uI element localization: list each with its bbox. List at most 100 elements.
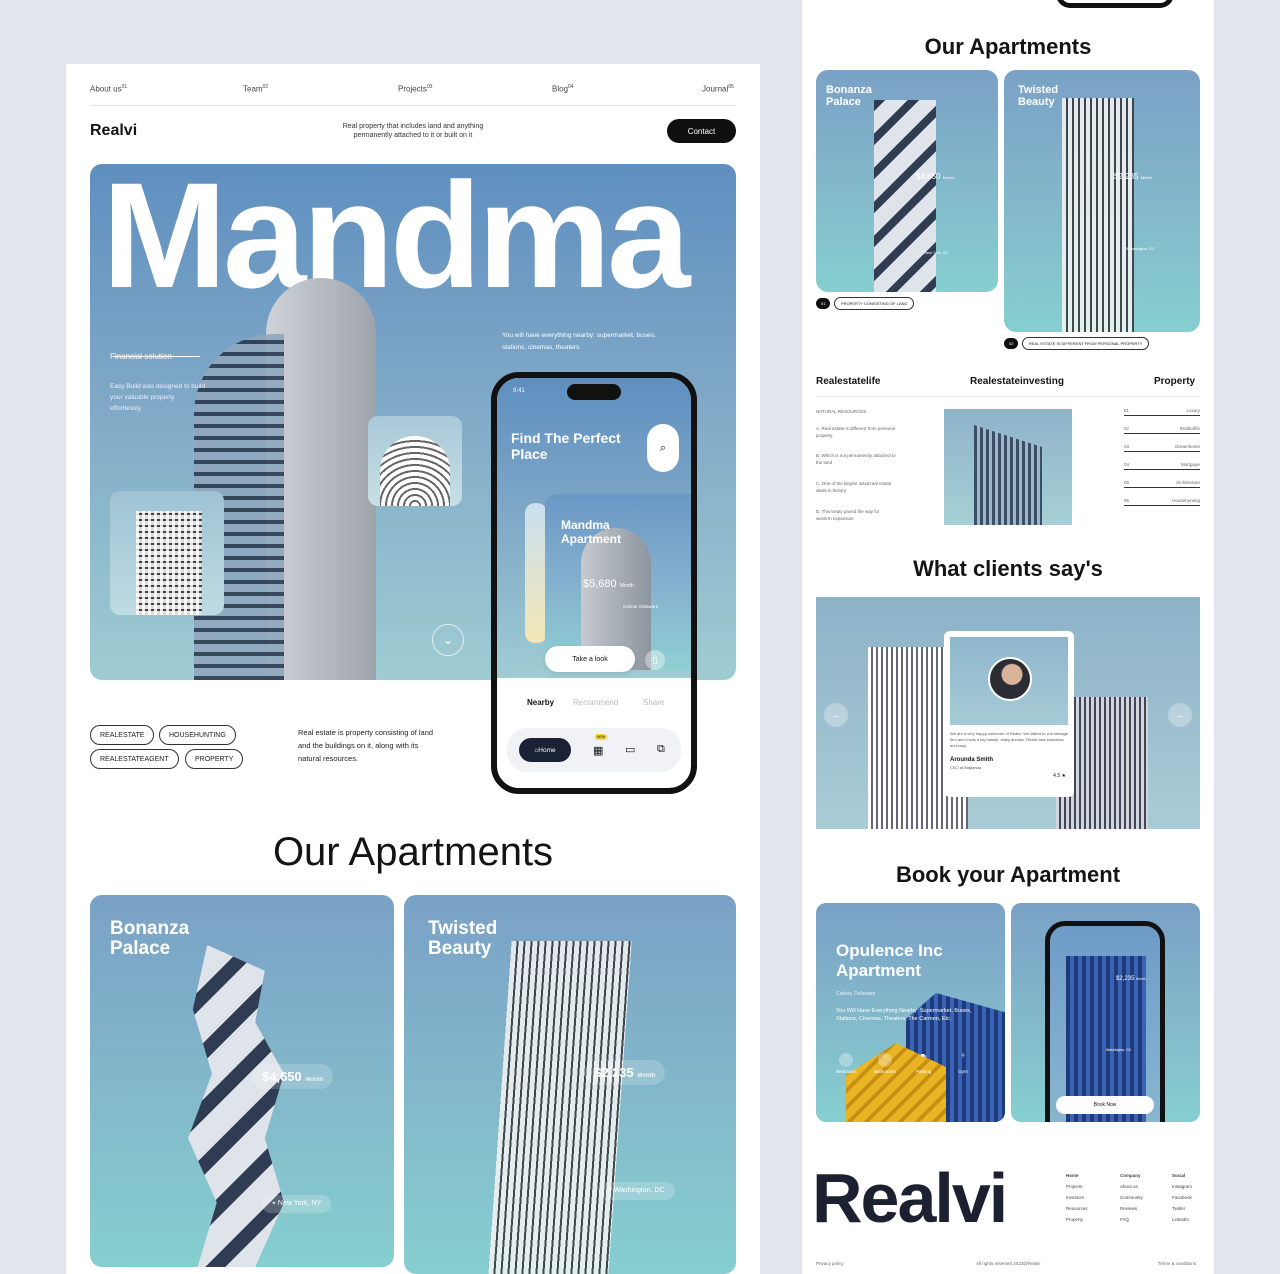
prev-arrow-icon[interactable]: ← (824, 703, 848, 727)
fact-item: B. Which is not permanently attached to … (816, 453, 896, 465)
apartment-title: Bonanza Palace (110, 918, 190, 959)
terms-link[interactable]: Terms & conditions (1158, 1261, 1196, 1266)
tag-realestate[interactable]: REALESTATE (90, 725, 155, 745)
booking-card[interactable]: Opulence Inc Apartment Carlow, Delaware … (816, 903, 1005, 1122)
footer-link[interactable]: Community (1120, 1192, 1143, 1203)
apartments-heading: Our Apartments (924, 34, 1092, 59)
footer-link[interactable]: Reviews (1120, 1203, 1143, 1214)
apartment-card-twisted[interactable]: Twisted Beauty $2,235 Month Washington, … (1004, 70, 1200, 332)
phone-tab-share[interactable]: Share (643, 698, 664, 707)
nav-team[interactable]: Team02 (243, 84, 268, 94)
calendar-icon[interactable]: ▦ (593, 744, 603, 757)
category-item[interactable]: 01 Luxury (1124, 406, 1200, 416)
tag-househunting[interactable]: HOUSEHUNTING (159, 725, 236, 745)
book-heading: Book your Apartment (895, 862, 1121, 887)
hero-sub-title: Financial solution (110, 352, 172, 361)
booking-phone: $2,235 Month Washington, DC Book Now (1045, 921, 1165, 1122)
main-landing-page: About us01 Team02 Projects03 Blog04 Jour… (66, 64, 760, 1274)
testimonial-role: CEO at Bidpanda (950, 765, 982, 770)
footer-link[interactable]: Investors (1066, 1192, 1088, 1203)
secondary-page: Our Apartments Bonanza Palace $4,650 Mon… (802, 0, 1214, 1274)
category-list: 01 Luxury 02 Realtorlife 03 Dreamhome 04 Mor… (1124, 406, 1200, 506)
nav-divider (90, 105, 736, 106)
apartment-title: Twisted Beauty (428, 918, 498, 959)
apartment-location: ⌖ New York, NY (262, 1195, 332, 1213)
card-tag: PROPERTY CONSISTING OF LAND (834, 297, 915, 310)
phone-card-price: $5,680 Month (583, 578, 634, 590)
amenity-parking: ⛟ Parking (916, 1053, 932, 1074)
phone-apartment-card[interactable]: Mandma Apartment $5,680 Month Carlow, De… (545, 494, 691, 670)
footer-link[interactable]: About us (1120, 1181, 1143, 1192)
phone-title: Find The Perfect Place (511, 430, 621, 462)
category-item[interactable]: 06 Househunting (1124, 496, 1200, 506)
column-realestateinvesting[interactable]: Realestateinvesting (970, 376, 1064, 387)
footer-col-home: Home Projects Investors Resources Proper… (1066, 1170, 1088, 1225)
apartment-card-bonanza[interactable]: Bonanza Palace $4,650 Month ⌖ New York, … (90, 895, 394, 1267)
bonanza-building-image (188, 945, 284, 1267)
copyright-text: All rights reserved 2023@Realvi (976, 1261, 1041, 1266)
phone-search-icon[interactable]: ⌕ (647, 424, 679, 472)
hero-nearby-text: You will have everything nearby: superma… (502, 332, 656, 351)
tag-realestateagent[interactable]: REALESTATEAGENT (90, 749, 179, 769)
category-item[interactable]: 03 Dreamhome (1124, 442, 1200, 452)
contact-button[interactable]: Contact (667, 119, 736, 143)
column-property[interactable]: Property (1154, 376, 1195, 387)
chat-icon[interactable]: ▭ (625, 743, 635, 756)
phone-tab-nearby[interactable]: Nearby (527, 698, 554, 707)
columns-divider (816, 396, 1200, 397)
category-item[interactable]: 04 Mortgage (1124, 460, 1200, 470)
nav-blog[interactable]: Blog04 (552, 84, 574, 94)
next-arrow-icon[interactable]: → (1168, 703, 1192, 727)
footer-link[interactable]: Twitter (1172, 1203, 1192, 1214)
take-a-look-button[interactable]: Take a look (545, 646, 635, 672)
nav-projects[interactable]: Projects03 (398, 84, 432, 94)
booking-title: Opulence Inc Apartment (836, 941, 943, 980)
testimonial-section: ← → We are a very happy customer of Real… (816, 597, 1200, 829)
featured-building-image (944, 409, 1072, 525)
testimonial-name: Arounda Smith (950, 757, 993, 763)
apartment-price: $2,235 Month (584, 1060, 666, 1085)
footer-logo[interactable]: Realvi (812, 1158, 1008, 1238)
phone-card-location: Carlow, Delaware (623, 604, 659, 609)
footer-link[interactable]: FAQ (1120, 1214, 1143, 1225)
hero-sub-text: Easy Build was designed to build your va… (110, 383, 206, 412)
bookmark-icon[interactable]: ▯ (645, 650, 665, 670)
fact-item: D. This treaty paved the way for western… (816, 509, 880, 521)
phone-notch (567, 384, 621, 400)
testimonial-photo-area (950, 637, 1068, 725)
fact-item: C. One of the largest initial real estat… (816, 481, 892, 493)
phone-tab-recommend[interactable]: Recommend (573, 698, 618, 707)
footer-link[interactable]: Projects (1066, 1181, 1088, 1192)
category-item[interactable]: 02 Realtorlife (1124, 424, 1200, 434)
logo[interactable]: Realvi (90, 122, 137, 140)
scroll-down-icon[interactable]: ⌄ (432, 624, 464, 656)
twisted-building-image (488, 941, 632, 1274)
phone-home-tab[interactable]: ⌂ Home (519, 738, 571, 762)
card-number-badge: 01 (816, 298, 831, 309)
footer-link[interactable]: Property (1066, 1214, 1088, 1225)
natural-resources-label: NATURAL RESOURCES (816, 409, 867, 414)
tag-property[interactable]: PROPERTY (185, 749, 244, 769)
category-item[interactable]: 05 Architecture (1124, 478, 1200, 488)
nav-journal[interactable]: Journal05 (702, 84, 734, 94)
phone-card-title: Mandma Apartment (561, 518, 622, 546)
footer-col-company: Company About us Community Reviews FAQ (1120, 1170, 1143, 1225)
footer-link[interactable]: Resources (1066, 1203, 1088, 1214)
column-realestatelife[interactable]: Realestatelife (816, 376, 880, 387)
footer-link[interactable]: LinkedIn (1172, 1214, 1192, 1225)
phone-mockup: 9:41 Find The Perfect Place ⌕ Mandma Apa… (491, 372, 697, 794)
amenity-bathrooms: ♨ Bathrooms (874, 1053, 896, 1074)
thumbnail-building-left (110, 491, 224, 615)
apartment-card-twisted[interactable]: Twisted Beauty $2,235 Month ⌖ Washington… (404, 895, 736, 1274)
apartment-price: $2,235 Month (1114, 172, 1152, 181)
testimonials-heading: What clients say's (913, 556, 1103, 581)
privacy-link[interactable]: Privacy policy (816, 1261, 844, 1266)
nav-about-us[interactable]: About us01 (90, 84, 127, 94)
book-now-button[interactable]: Book Now (1056, 1096, 1154, 1114)
apartment-title: Twisted Beauty (1018, 84, 1059, 108)
saved-icon[interactable]: ⧉ (657, 743, 665, 756)
amenity-bedrooms: ⌂ Bedrooms (836, 1053, 857, 1074)
apartment-card-bonanza[interactable]: Bonanza Palace $4,650 Month New York, NY (816, 70, 998, 292)
footer-link[interactable]: Instagram (1172, 1181, 1192, 1192)
footer-link[interactable]: Facebook (1172, 1192, 1192, 1203)
